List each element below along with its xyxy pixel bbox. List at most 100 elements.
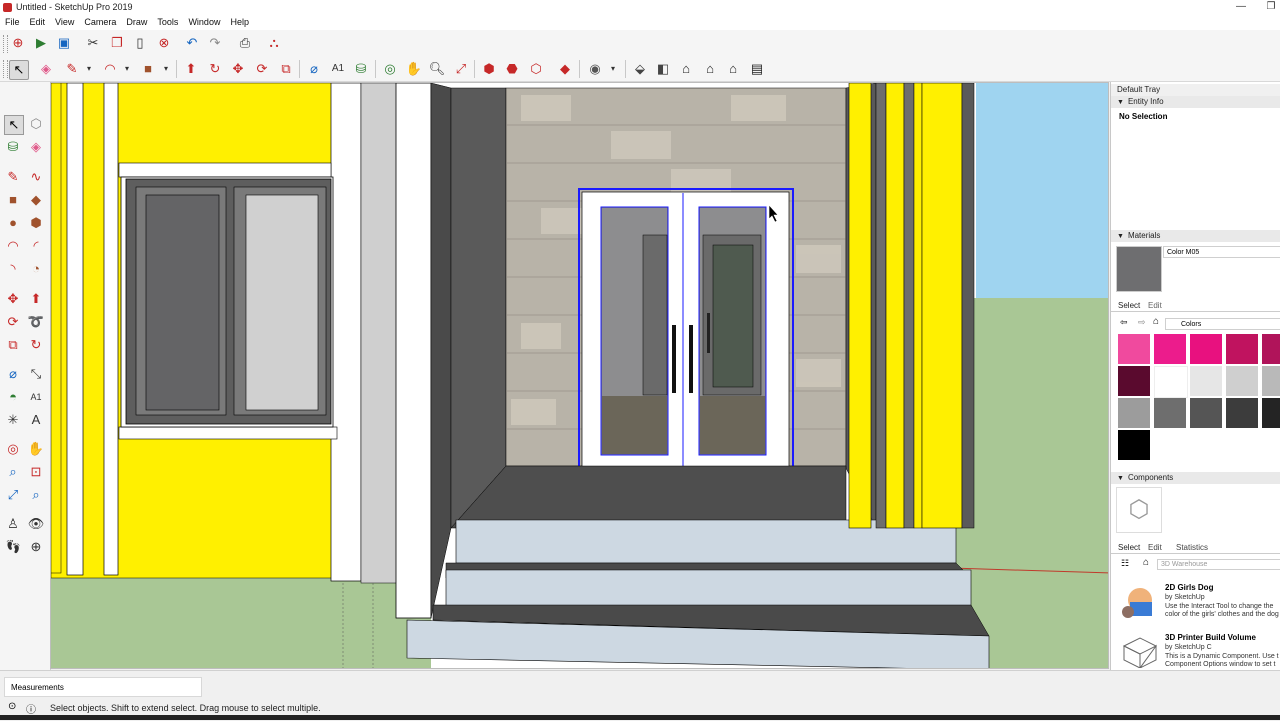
material-swatch[interactable] xyxy=(1190,334,1222,364)
text-tool-icon[interactable]: A1 xyxy=(329,60,347,78)
print-icon[interactable]: ⎙ xyxy=(236,34,254,52)
menu-window[interactable]: Window xyxy=(183,15,225,27)
material-swatch[interactable] xyxy=(1226,398,1258,428)
chevron-down-icon[interactable]: ▾ xyxy=(80,60,98,78)
account-icon[interactable]: ◉ xyxy=(586,60,604,78)
push-pull-icon[interactable]: ⬆ xyxy=(27,290,45,308)
axes-icon[interactable]: ✳ xyxy=(4,411,22,429)
chevron-down-icon[interactable]: ▾ xyxy=(157,60,175,78)
text-icon[interactable]: A1 xyxy=(27,388,45,406)
info-icon[interactable]: ⓘ xyxy=(26,701,36,716)
geo-location-icon[interactable]: ⊙ xyxy=(8,701,16,712)
rotate-tool-icon[interactable]: ⟳ xyxy=(253,60,271,78)
material-swatch[interactable] xyxy=(1226,366,1258,396)
open-icon[interactable]: ▶ xyxy=(32,34,50,52)
materials-edit-tab[interactable]: Edit xyxy=(1148,301,1162,310)
forward-arrow-icon[interactable]: ⇨ xyxy=(1138,317,1146,328)
arc-tool-icon[interactable]: ◠ xyxy=(101,60,119,78)
protractor-icon[interactable]: ◓ xyxy=(4,388,22,406)
entity-info-header[interactable]: ▼ Entity Info xyxy=(1111,96,1280,108)
zoom-extents-icon[interactable]: ⤢ xyxy=(4,486,22,504)
component-thumbnail[interactable] xyxy=(1118,580,1160,622)
back-arrow-icon[interactable]: ⇦ xyxy=(1120,317,1128,328)
dimension-icon[interactable]: ⤡ xyxy=(27,365,45,383)
redo-icon[interactable]: ↷ xyxy=(206,34,224,52)
section-plane-icon[interactable]: ⊕ xyxy=(27,538,45,556)
freehand-icon[interactable]: ∿ xyxy=(27,168,45,186)
two-point-arc-icon[interactable]: ◜ xyxy=(27,237,45,255)
material-swatch[interactable] xyxy=(1154,334,1186,364)
model-info-icon[interactable]: ⛬ xyxy=(265,34,283,52)
scale-icon[interactable]: ⧉ xyxy=(4,336,22,354)
material-swatch[interactable] xyxy=(1154,398,1186,428)
menu-edit[interactable]: Edit xyxy=(25,15,51,27)
menu-draw[interactable]: Draw xyxy=(121,15,152,27)
paste-icon[interactable]: ▯ xyxy=(131,34,149,52)
tape-measure-icon[interactable]: ⌀ xyxy=(305,60,323,78)
component-title[interactable]: 3D Printer Build Volume xyxy=(1165,633,1256,642)
menu-tools[interactable]: Tools xyxy=(152,15,183,27)
components-header[interactable]: ▼ Components xyxy=(1111,472,1280,484)
orbit-icon[interactable]: ◎ xyxy=(381,60,399,78)
eraser-icon[interactable]: ◈ xyxy=(37,60,55,78)
select-icon[interactable]: ↖ xyxy=(4,115,24,135)
chevron-down-icon[interactable]: ▾ xyxy=(118,60,136,78)
line-icon[interactable]: ✎ xyxy=(4,168,22,186)
push-pull-icon[interactable]: ⬆ xyxy=(182,60,200,78)
copy-icon[interactable]: ❐ xyxy=(108,34,126,52)
orbit-icon[interactable]: ◎ xyxy=(4,440,22,458)
restore-button[interactable]: ❐ xyxy=(1256,0,1280,15)
material-name-field[interactable]: Color M05 xyxy=(1163,246,1280,258)
component-title[interactable]: 2D Girls Dog xyxy=(1165,583,1213,592)
material-swatch[interactable] xyxy=(1154,366,1188,398)
minimize-button[interactable]: — xyxy=(1226,0,1256,15)
material-swatch[interactable] xyxy=(1118,334,1150,364)
erase-icon[interactable]: ⊗ xyxy=(155,34,173,52)
rectangle-tool-icon[interactable]: ■ xyxy=(139,60,157,78)
material-swatch[interactable] xyxy=(1190,398,1222,428)
cut-icon[interactable]: ✂ xyxy=(84,34,102,52)
line-tool-icon[interactable]: ✎ xyxy=(63,60,81,78)
zoom-window-icon[interactable]: ⊡ xyxy=(27,463,45,481)
zoom-icon[interactable]: ⌕ xyxy=(4,463,22,481)
material-swatch[interactable] xyxy=(1262,366,1280,396)
model-viewport[interactable] xyxy=(50,82,1109,669)
offset-icon[interactable]: ↻ xyxy=(27,336,45,354)
component-preview-icon[interactable]: ⬡ xyxy=(1116,487,1162,533)
home-icon[interactable]: ⌂ xyxy=(1143,557,1149,568)
iso-view-icon[interactable]: ⬙ xyxy=(631,60,649,78)
move-icon[interactable]: ✥ xyxy=(4,290,22,308)
circle-icon[interactable]: ● xyxy=(4,214,22,232)
material-preview[interactable] xyxy=(1116,246,1162,292)
warehouse-icon[interactable]: ⬢ xyxy=(480,60,498,78)
rectangle-icon[interactable]: ■ xyxy=(4,191,22,209)
component-thumbnail[interactable] xyxy=(1118,632,1160,669)
three-point-arc-icon[interactable]: ◝ xyxy=(4,260,22,278)
toolbar-grip[interactable] xyxy=(3,35,8,53)
menu-file[interactable]: File xyxy=(0,15,25,27)
polygon-icon[interactable]: ⬢ xyxy=(27,214,45,232)
back-view-icon[interactable]: ⌂ xyxy=(724,60,742,78)
make-component-icon[interactable]: ⬡ xyxy=(27,115,45,133)
menu-camera[interactable]: Camera xyxy=(79,15,121,27)
components-edit-tab[interactable]: Edit xyxy=(1148,543,1162,552)
select-tool-icon[interactable]: ↖ xyxy=(9,60,29,80)
offset-icon[interactable]: ↻ xyxy=(206,60,224,78)
walk-icon[interactable]: 👣︎ xyxy=(4,538,22,556)
menu-view[interactable]: View xyxy=(50,15,79,27)
menu-help[interactable]: Help xyxy=(225,15,254,27)
follow-me-icon[interactable]: ➰ xyxy=(27,313,45,331)
arc-icon[interactable]: ◠ xyxy=(4,237,22,255)
material-swatch[interactable] xyxy=(1118,366,1150,396)
move-tool-icon[interactable]: ✥ xyxy=(229,60,247,78)
materials-select-tab[interactable]: Select xyxy=(1118,301,1140,310)
tape-measure-icon[interactable]: ⌀ xyxy=(4,365,22,383)
pan-icon[interactable]: ✋ xyxy=(405,60,423,78)
chevron-down-icon[interactable]: ▾ xyxy=(604,60,622,78)
rotated-rectangle-icon[interactable]: ◆ xyxy=(27,191,45,209)
components-statistics-tab[interactable]: Statistics xyxy=(1176,543,1208,552)
extension-warehouse-icon[interactable]: ◆ xyxy=(556,60,574,78)
warehouse-search-input[interactable]: 3D Warehouse xyxy=(1157,559,1280,570)
material-swatch[interactable] xyxy=(1118,430,1150,460)
zoom-icon[interactable]: 🔍︎ xyxy=(428,60,446,78)
